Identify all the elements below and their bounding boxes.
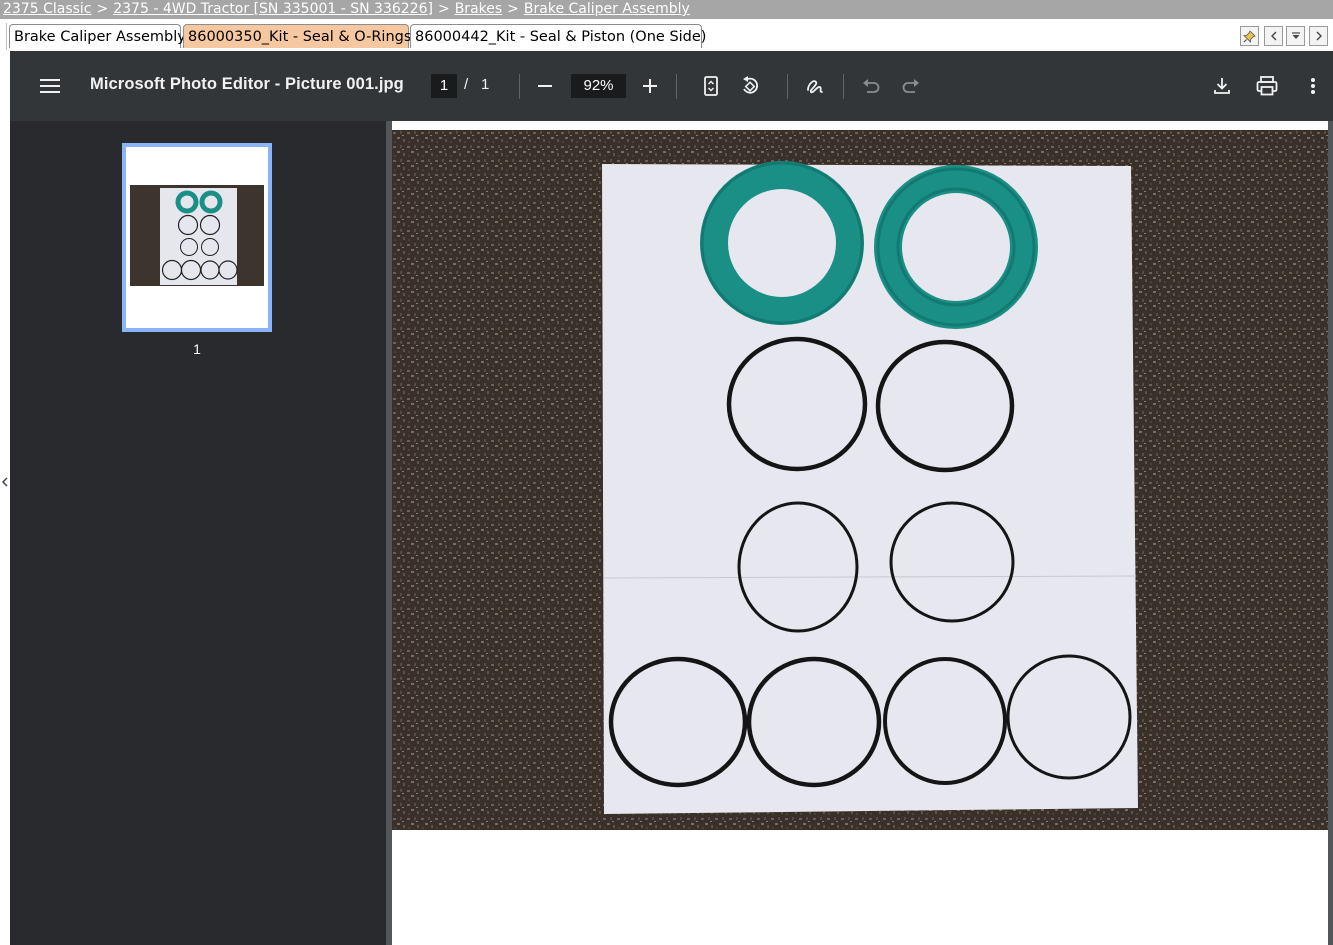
chevron-right-icon[interactable]: [1309, 26, 1328, 46]
breadcrumb-separator: >: [507, 1, 519, 17]
toolbar-divider: [519, 74, 520, 99]
toolbar-divider: [843, 74, 844, 99]
breadcrumb-separator: >: [437, 1, 450, 17]
zoom-input[interactable]: 92%: [571, 74, 626, 98]
toolbar-divider: [676, 74, 677, 99]
left-edge-marker: [0, 470, 9, 494]
viewer-toolbar: Microsoft Photo Editor - Picture 001.jpg…: [10, 51, 1333, 121]
tab-seal-o-rings[interactable]: 86000350_Kit - Seal & O-Rings: [183, 24, 411, 48]
page-separator: /: [464, 76, 469, 93]
dropdown-icon[interactable]: [1286, 26, 1305, 46]
print-icon[interactable]: [1251, 70, 1283, 102]
breadcrumb-item-tractor[interactable]: 2375 - 4WD Tractor [SN 335001 - SN 33622…: [113, 1, 433, 17]
tab-strip-edge: [0, 23, 7, 50]
tab-seal-piston[interactable]: 86000442_Kit - Seal & Piston (One Side): [410, 24, 706, 48]
chevron-left-icon[interactable]: [1264, 26, 1283, 46]
pdf-viewer: Microsoft Photo Editor - Picture 001.jpg…: [10, 51, 1333, 945]
breadcrumb-item-caliper[interactable]: Brake Caliper Assembly: [524, 1, 690, 17]
page-number-input[interactable]: 1: [431, 74, 457, 98]
breadcrumb: 2375 Classic >2375 - 4WD Tractor [SN 3350…: [0, 0, 1333, 19]
zoom-out-icon[interactable]: [529, 70, 561, 102]
undo-icon[interactable]: [855, 70, 887, 102]
breadcrumb-separator: >: [96, 1, 109, 17]
tab-brake-caliper-assembly[interactable]: Brake Caliper Assembly: [9, 24, 186, 48]
annotate-icon[interactable]: [799, 70, 831, 102]
document-page: [392, 121, 1328, 945]
menu-icon[interactable]: [34, 70, 66, 102]
toolbar-divider: [787, 74, 788, 99]
pin-icon[interactable]: [1240, 26, 1259, 46]
thumbnail-image: [130, 185, 264, 286]
zoom-in-icon[interactable]: [634, 70, 666, 102]
page-thumbnail[interactable]: [122, 143, 272, 332]
rotate-icon[interactable]: [735, 70, 767, 102]
redo-icon[interactable]: [895, 70, 927, 102]
breadcrumb-item-brakes[interactable]: Brakes: [455, 1, 502, 17]
thumbnail-page-number: 1: [193, 341, 201, 357]
breadcrumb-item-model[interactable]: 2375 Classic: [0, 1, 92, 17]
download-icon[interactable]: [1206, 70, 1238, 102]
more-options-icon[interactable]: [1297, 70, 1329, 102]
photo-seal-kit: [392, 130, 1328, 830]
thumbnail-sidebar: 1: [10, 121, 386, 945]
fit-page-icon[interactable]: [695, 70, 727, 102]
document-title: Microsoft Photo Editor - Picture 001.jpg: [90, 75, 404, 93]
page-total: 1: [481, 76, 490, 93]
tab-strip: Brake Caliper Assembly 86000350_Kit - Se…: [0, 19, 1333, 51]
